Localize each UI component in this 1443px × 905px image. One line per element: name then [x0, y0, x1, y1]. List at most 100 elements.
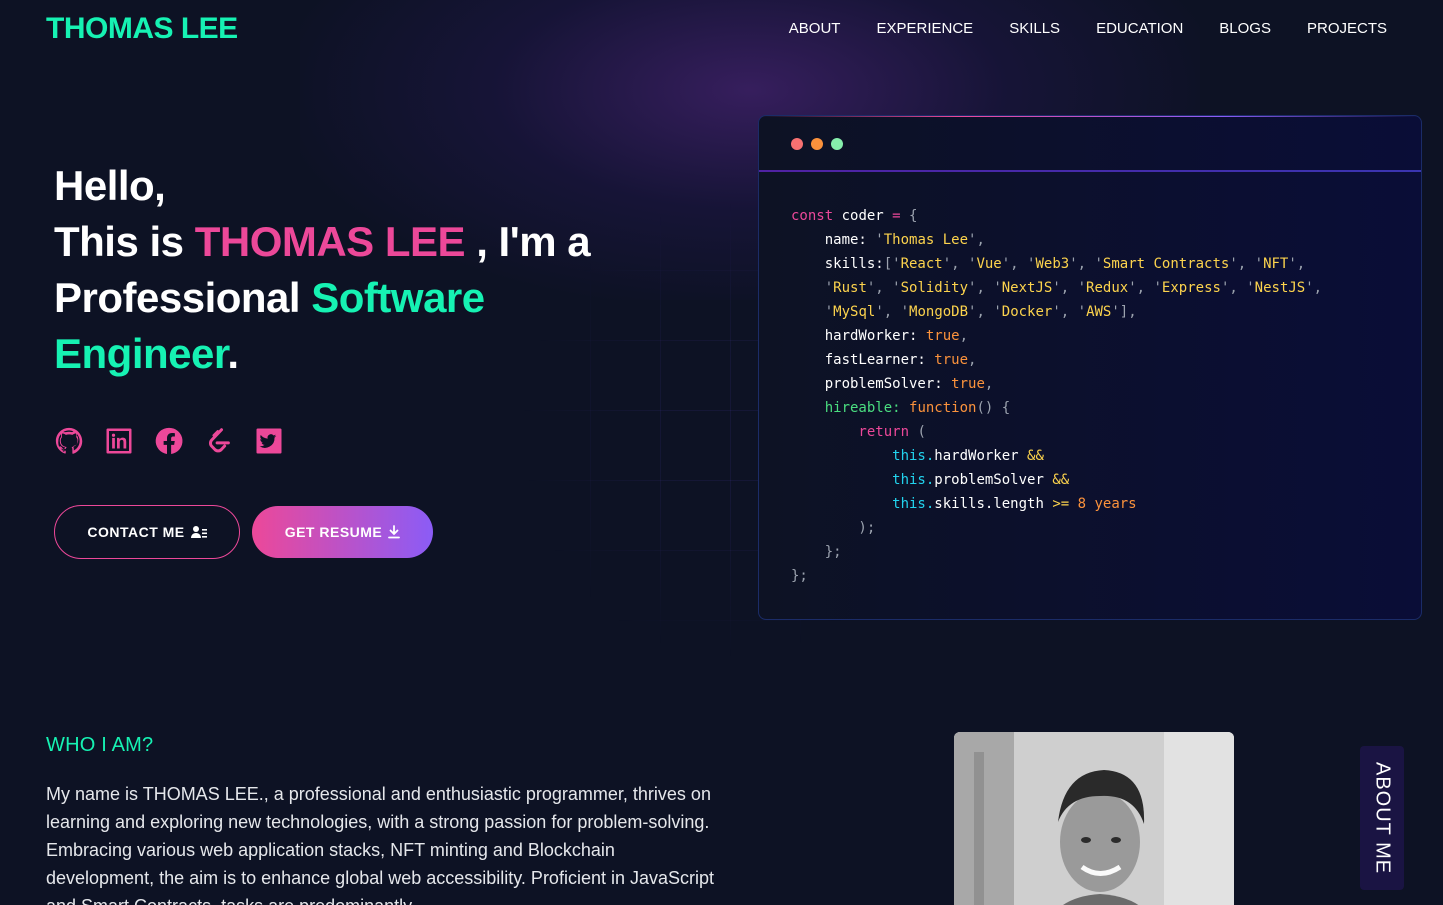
- code-token: true: [934, 352, 969, 368]
- code-line: skills:['React', 'Vue', 'Web3', 'Smart C…: [791, 252, 1322, 276]
- code-token: Web3: [1035, 256, 1070, 272]
- hero-heading: Hello, This is THOMAS LEE , I'm a Profes…: [54, 158, 634, 382]
- code-token: Thomas Lee: [883, 232, 969, 248]
- code-token: skills.length: [934, 496, 1053, 512]
- nav-about[interactable]: ABOUT: [771, 20, 859, 38]
- code-window-divider: [759, 170, 1421, 172]
- nav-skills[interactable]: SKILLS: [991, 20, 1078, 38]
- code-token: ', ': [1052, 280, 1087, 296]
- code-token: Rust: [833, 280, 867, 296]
- code-token: (: [909, 424, 926, 440]
- hero-intro: This is: [54, 218, 195, 265]
- code-line: };: [791, 540, 1322, 564]
- nav-blogs[interactable]: BLOGS: [1201, 20, 1289, 38]
- code-token: coder: [833, 208, 893, 224]
- window-dot-red: [791, 138, 803, 150]
- code-token: ',: [1305, 280, 1323, 296]
- nav-education[interactable]: EDUCATION: [1078, 20, 1201, 38]
- code-token: ': [875, 232, 884, 248]
- code-window: const coder = { name: 'Thomas Lee', skil…: [758, 115, 1422, 620]
- code-token: ', ': [968, 304, 1002, 320]
- code-token: problemSolver: [934, 472, 1053, 488]
- download-icon: [388, 525, 401, 539]
- github-icon[interactable]: [54, 425, 84, 457]
- get-resume-label: GET RESUME: [284, 524, 383, 540]
- nav-projects[interactable]: PROJECTS: [1289, 20, 1405, 38]
- code-token: problemSolver:: [791, 376, 952, 392]
- window-dot-orange: [811, 138, 823, 150]
- about-me-tab-label: ABOUT ME: [1371, 761, 1394, 875]
- code-token: ': [791, 304, 834, 320]
- code-token: Vue: [976, 256, 1002, 272]
- code-token: &&: [1052, 472, 1070, 488]
- code-line: );: [791, 516, 1322, 540]
- twitter-icon[interactable]: [254, 425, 284, 457]
- window-controls: [791, 138, 843, 150]
- site-logo[interactable]: THOMAS LEE: [46, 12, 238, 46]
- code-token: NestJS: [1254, 280, 1306, 296]
- code-line: problemSolver: true,: [791, 372, 1322, 396]
- nav-experience[interactable]: EXPERIENCE: [858, 20, 991, 38]
- code-token: ', ': [866, 280, 901, 296]
- code-line: name: 'Thomas Lee',: [791, 228, 1322, 252]
- code-token: =: [892, 208, 901, 224]
- code-token: Docker: [1001, 304, 1053, 320]
- code-token: );: [791, 520, 876, 536]
- code-token: function: [909, 400, 977, 416]
- contact-me-button[interactable]: CONTACT ME: [54, 505, 240, 559]
- code-token: skills:: [791, 256, 884, 272]
- window-dot-green: [831, 138, 843, 150]
- code-token: Express: [1161, 280, 1221, 296]
- code-token: ', ': [1052, 304, 1087, 320]
- hero-professional: Professional: [54, 274, 312, 321]
- hero-greeting: Hello,: [54, 162, 166, 209]
- hero-intro-suffix: , I'm a: [465, 218, 591, 265]
- code-token: true: [925, 328, 960, 344]
- code-token: this.: [791, 448, 935, 464]
- code-token: ',: [1288, 256, 1306, 272]
- code-line: return (: [791, 420, 1322, 444]
- code-token: const: [791, 208, 834, 224]
- code-line: this.skills.length >= 8 years: [791, 492, 1322, 516]
- facebook-icon[interactable]: [154, 425, 184, 457]
- code-token: [': [883, 256, 901, 272]
- code-line: const coder = {: [791, 204, 1322, 228]
- code-token: MongoDB: [909, 304, 969, 320]
- code-token: ': [791, 280, 834, 296]
- code-token: ',: [968, 232, 985, 248]
- code-token: ,: [984, 376, 994, 392]
- code-token: () {: [976, 400, 1011, 416]
- about-me-side-tab[interactable]: ABOUT ME: [1360, 746, 1404, 890]
- code-token: ,: [959, 328, 969, 344]
- code-token: React: [900, 256, 943, 272]
- code-token: ,: [968, 352, 977, 368]
- hero-role-1: Software: [311, 274, 485, 321]
- code-token: &&: [1027, 448, 1044, 464]
- hero-period: .: [227, 330, 239, 377]
- code-token: Solidity: [900, 280, 969, 296]
- code-token: ', ': [1229, 256, 1264, 272]
- hero-name: THOMAS LEE: [194, 218, 466, 265]
- contact-icon: [190, 526, 207, 538]
- code-line: hireable: function() {: [791, 396, 1322, 420]
- linkedin-icon[interactable]: [104, 425, 134, 457]
- code-token: >=: [1052, 496, 1070, 512]
- code-window-top-border: [759, 116, 1421, 117]
- code-token: ', ': [1220, 280, 1255, 296]
- code-token: hardWorker: [934, 448, 1028, 464]
- code-token: {: [900, 208, 918, 224]
- code-line: };: [791, 564, 1322, 588]
- code-token: };: [791, 544, 842, 560]
- code-token: this.: [791, 496, 935, 512]
- leetcode-icon[interactable]: [204, 425, 234, 457]
- code-line: fastLearner: true,: [791, 348, 1322, 372]
- about-section-title: WHO I AM?: [46, 734, 154, 756]
- get-resume-button[interactable]: GET RESUME: [252, 506, 433, 558]
- code-block: const coder = { name: 'Thomas Lee', skil…: [791, 204, 1322, 588]
- code-token: AWS: [1086, 304, 1112, 320]
- profile-photo: [954, 732, 1234, 905]
- code-token: Smart Contracts: [1102, 256, 1230, 272]
- code-token: hireable:: [791, 400, 910, 416]
- contact-me-label: CONTACT ME: [87, 524, 185, 540]
- code-token: NFT: [1263, 256, 1289, 272]
